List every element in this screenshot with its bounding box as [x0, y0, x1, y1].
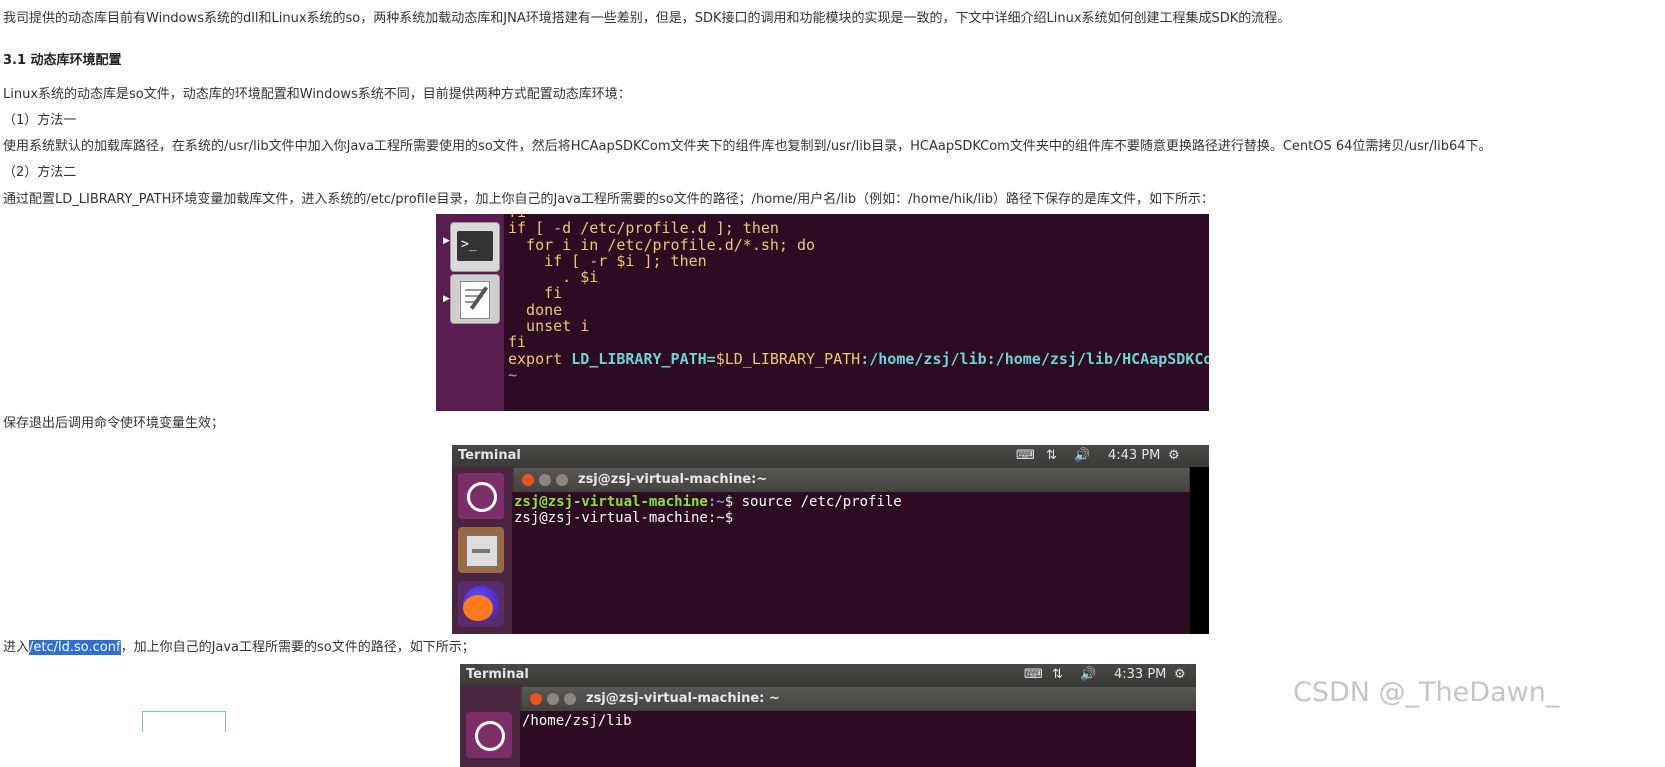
- app-name: Terminal: [458, 448, 521, 463]
- code-line: if [ -r $i ]; then: [508, 251, 707, 270]
- code-line: . $i: [508, 268, 599, 287]
- window-title: zsj@zsj-virtual-machine: ~: [586, 691, 780, 706]
- network-icon: ⇅: [1046, 448, 1057, 463]
- clock: 4:33 PM: [1114, 667, 1167, 682]
- keyboard-icon: ⌨: [1016, 448, 1035, 463]
- ubuntu-dash-icon: [458, 473, 504, 519]
- method-one-text: 使用系统默认的加载库路径，在系统的/usr/lib文件中加入你Java工程所需要…: [3, 139, 1492, 154]
- volume-icon: 🔊: [1080, 667, 1097, 682]
- code-line: fi: [508, 284, 563, 303]
- launcher-sidebar: [460, 686, 520, 767]
- profile-code: fi if [ -d /etc/profile.d ]; then for i i…: [508, 214, 1209, 383]
- maximize-icon: [556, 474, 568, 486]
- launcher-arrow-icon: ▶: [443, 294, 450, 304]
- terminal-title-bar: zsj@zsj-virtual-machine:~: [514, 468, 1189, 492]
- text-editor-app-icon: [450, 274, 500, 324]
- command-text: $ source /etc/profile: [724, 494, 902, 510]
- code-line: for i in /etc/profile.d/*.sh; do: [508, 235, 816, 254]
- outlined-box: [142, 711, 226, 732]
- clock: 4:43 PM: [1108, 448, 1161, 463]
- prompt-path: :~: [707, 494, 725, 510]
- method-two-text: 通过配置LD_LIBRARY_PATH环境变量加载库文件，进入系统的/etc/p…: [3, 192, 1214, 207]
- window-title: zsj@zsj-virtual-machine:~: [578, 472, 768, 487]
- terminal-line: zsj@zsj-virtual-machine:~$: [514, 510, 734, 526]
- code-line: fi: [508, 333, 527, 352]
- intro-paragraph: 我司提供的动态库目前有Windows系统的dll和Linux系统的so，两种系统…: [3, 11, 1291, 26]
- export-line: export LD_LIBRARY_PATH=$LD_LIBRARY_PATH:…: [508, 351, 1209, 367]
- export-path: :/home/zsj/lib:/home/zsj/lib/HCAapSDKCom: [860, 349, 1209, 368]
- terminal-title-bar: zsj@zsj-virtual-machine: ~: [522, 687, 1196, 711]
- minimize-icon: [547, 693, 559, 705]
- enter-prefix: 进入: [3, 640, 30, 655]
- launcher-arrow-icon: ▶: [443, 236, 450, 246]
- profile-editor-screenshot: ▶ >_ ▶ fi if [ -d /etc/profile.d ]; then …: [436, 214, 1209, 411]
- settings-gear-icon: ⚙: [1168, 448, 1180, 463]
- paragraph-linux-libs: Linux系统的动态库是so文件，动态库的环境配置和Windows系统不同，目前…: [3, 87, 631, 102]
- files-icon: [458, 527, 504, 573]
- selected-path: /etc/ld.so.conf: [29, 640, 121, 655]
- firefox-icon: [458, 581, 504, 627]
- export-value: $LD_LIBRARY_PATH: [715, 349, 861, 368]
- section-heading: 3.1 动态库环境配置: [3, 53, 122, 68]
- network-icon: ⇅: [1052, 667, 1063, 682]
- launcher-sidebar: [452, 467, 512, 634]
- code-line: done: [508, 300, 563, 319]
- minimize-icon: [539, 474, 551, 486]
- ubuntu-top-bar: Terminal ⌨ ⇅ 🔊 4:43 PM ⚙: [452, 445, 1209, 467]
- enter-suffix: ，加上你自己的Java工程所需要的so文件的路径，如下所示；: [120, 640, 475, 655]
- terminal-ldconf-screenshot: Terminal ⌨ ⇅ 🔊 4:33 PM ⚙ zsj@zsj-virtual…: [460, 664, 1196, 767]
- keyboard-icon: ⌨: [1024, 667, 1043, 682]
- terminal-app-icon: >_: [450, 222, 500, 272]
- volume-icon: 🔊: [1074, 448, 1091, 463]
- terminal-body: zsj@zsj-virtual-machine:~$ source /etc/p…: [512, 492, 1190, 634]
- prompt-user: zsj@zsj-virtual-machine: [514, 494, 708, 510]
- launcher-sidebar: ▶ >_ ▶: [436, 214, 504, 411]
- tilde-line: ~: [508, 365, 518, 384]
- code-line: if [ -d /etc/profile.d ]; then: [508, 219, 779, 238]
- code-line: unset i: [508, 317, 590, 336]
- ubuntu-top-bar: Terminal ⌨ ⇅ 🔊 4:33 PM ⚙: [460, 664, 1196, 686]
- terminal-source-screenshot: Terminal ⌨ ⇅ 🔊 4:43 PM ⚙ zsj@zsj-virtual…: [452, 445, 1209, 634]
- close-icon: [530, 693, 542, 705]
- export-keyword: export: [508, 349, 572, 368]
- ubuntu-dash-icon: [466, 712, 512, 758]
- maximize-icon: [564, 693, 576, 705]
- enter-ldconf-text: 进入/etc/ld.so.conf，加上你自己的Java工程所需要的so文件的路…: [3, 639, 475, 657]
- close-icon: [522, 474, 534, 486]
- app-name: Terminal: [466, 667, 529, 682]
- after-save-text: 保存退出后调用命令使环境变量生效；: [3, 416, 225, 431]
- right-edge: [1190, 467, 1209, 634]
- method-one-label: （1）方法一: [3, 113, 77, 128]
- export-variable: LD_LIBRARY_PATH=: [571, 349, 716, 368]
- method-two-label: （2）方法二: [3, 165, 77, 180]
- terminal-body: /home/zsj/lib: [520, 711, 1196, 767]
- csdn-watermark: CSDN @_TheDawn_: [1293, 677, 1560, 708]
- settings-gear-icon: ⚙: [1174, 667, 1186, 682]
- terminal-line: /home/zsj/lib: [522, 713, 632, 729]
